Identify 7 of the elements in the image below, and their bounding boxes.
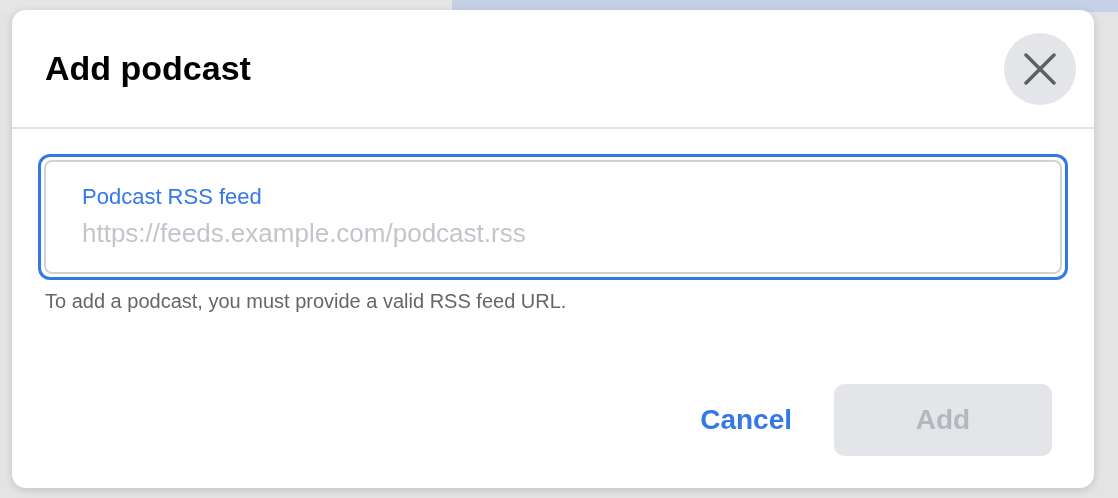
rss-feed-input[interactable]: https://feeds.example.com/podcast.rss [82,215,1024,251]
field-label: Podcast RSS feed [82,183,263,211]
dialog-title: Add podcast [45,48,251,89]
rss-feed-field[interactable]: Podcast RSS feed https://feeds.example.com/podcast.rss [44,160,1062,274]
help-text: To add a podcast, you must provide a valid RSS feed URL. [44,289,568,314]
close-icon [1024,52,1056,85]
cancel-button[interactable]: Cancel [698,384,794,456]
